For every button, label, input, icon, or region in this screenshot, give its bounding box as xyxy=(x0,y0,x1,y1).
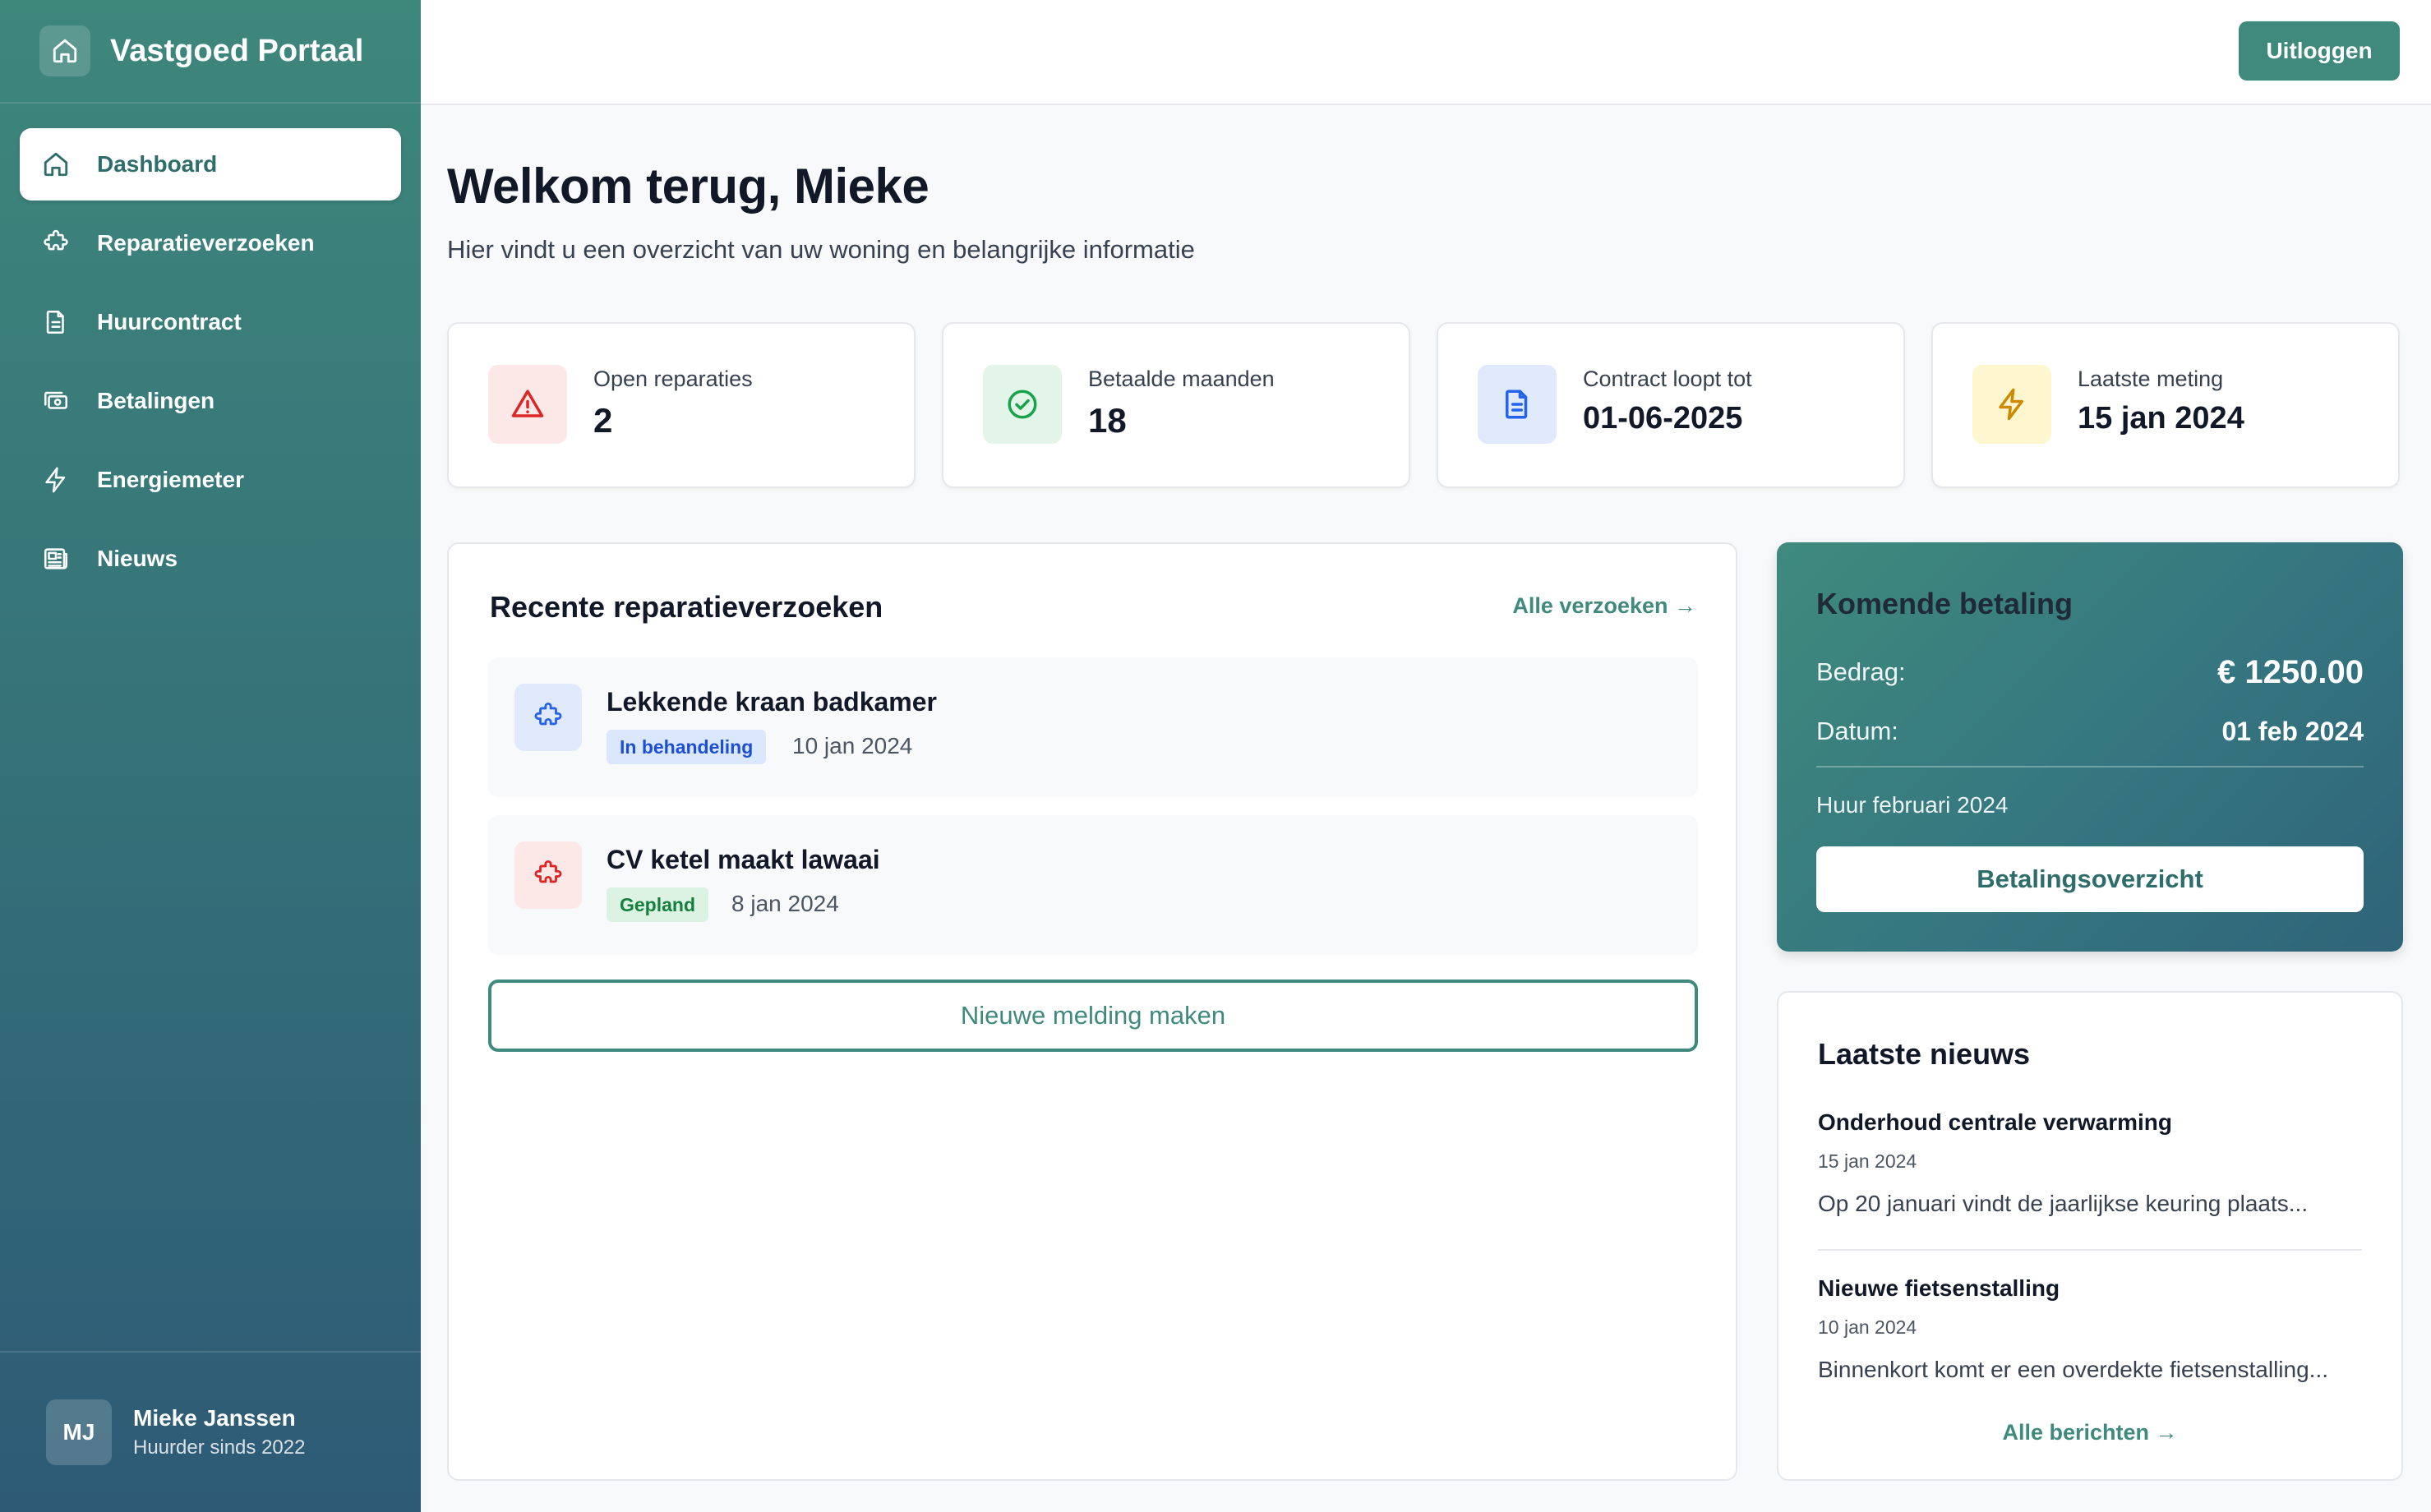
main-content: Welkom terug, Mieke Hier vindt u een ove… xyxy=(447,105,2416,1512)
sidebar-item-betalingen[interactable]: Betalingen xyxy=(20,365,401,437)
latest-news-panel: Laatste nieuws Onderhoud centrale verwar… xyxy=(1777,991,2403,1481)
puzzle-icon xyxy=(514,684,582,751)
stat-label: Contract loopt tot xyxy=(1583,366,1752,391)
list-item[interactable]: Lekkende kraan badkamer In behandeling 1… xyxy=(488,657,1698,797)
stat-label: Betaalde maanden xyxy=(1088,366,1275,391)
stat-card-open-repairs: Open reparaties 2 xyxy=(447,322,916,488)
alert-triangle-icon xyxy=(488,365,567,444)
sidebar-item-label: Huurcontract xyxy=(97,309,242,334)
stat-value: 01-06-2025 xyxy=(1583,401,1743,436)
list-item[interactable]: CV ketel maakt lawaai Gepland 8 jan 2024 xyxy=(488,815,1698,955)
document-icon xyxy=(39,306,72,339)
puzzle-icon xyxy=(514,841,582,909)
all-requests-link[interactable]: Alle verzoeken → xyxy=(1512,593,1696,619)
page-title: Welkom terug, Mieke xyxy=(447,159,930,214)
news-title: Laatste nieuws xyxy=(1818,1037,2031,1071)
topbar: Uitloggen xyxy=(421,0,2431,105)
bolt-icon xyxy=(1972,365,2051,444)
sidebar-item-nieuws[interactable]: Nieuws xyxy=(20,523,401,595)
panel-title: Recente reparatieverzoeken xyxy=(490,590,883,624)
news-item-title: Nieuwe fietsenstalling xyxy=(1818,1275,2060,1301)
recent-repairs-panel: Recente reparatieverzoeken Alle verzoeke… xyxy=(447,542,1737,1481)
all-news-link[interactable]: Alle berichten → xyxy=(1778,1420,2401,1445)
sidebar-item-energiemeter[interactable]: Energiemeter xyxy=(20,444,401,516)
user-subtitle: Huurder sinds 2022 xyxy=(133,1436,306,1459)
news-item-date: 15 jan 2024 xyxy=(1818,1150,1917,1172)
puzzle-icon xyxy=(39,227,72,260)
home-icon xyxy=(39,148,72,181)
divider xyxy=(1818,1249,2362,1251)
news-item-text: Op 20 januari vindt de jaarlijkse keurin… xyxy=(1818,1191,2309,1216)
stat-card-contract: Contract loopt tot 01-06-2025 xyxy=(1437,322,1905,488)
sidebar-item-label: Dashboard xyxy=(97,151,218,177)
status-badge: Gepland xyxy=(607,887,709,922)
payment-note: Huur februari 2024 xyxy=(1816,792,2009,818)
payment-title: Komende betaling xyxy=(1816,587,2074,620)
stat-card-last-reading: Laatste meting 15 jan 2024 xyxy=(1931,322,2400,488)
repair-title: CV ketel maakt lawaai xyxy=(607,845,880,874)
repair-date: 8 jan 2024 xyxy=(731,891,839,916)
repair-title: Lekkende kraan badkamer xyxy=(607,687,937,717)
app-title: Vastgoed Portaal xyxy=(110,33,364,68)
sidebar-item-label: Betalingen xyxy=(97,388,215,413)
divider xyxy=(1816,766,2364,768)
sidebar-item-dashboard[interactable]: Dashboard xyxy=(20,128,401,201)
stat-card-paid-months: Betaalde maanden 18 xyxy=(942,322,1410,488)
new-report-button[interactable]: Nieuwe melding maken xyxy=(488,980,1698,1052)
stat-label: Open reparaties xyxy=(593,366,753,391)
amount-label: Bedrag: xyxy=(1816,657,1906,686)
user-profile[interactable]: MJ Mieke Janssen Huurder sinds 2022 xyxy=(0,1351,421,1512)
status-badge: In behandeling xyxy=(607,730,767,764)
stat-label: Laatste meting xyxy=(2078,366,2224,391)
stat-value: 15 jan 2024 xyxy=(2078,401,2244,436)
stat-value: 2 xyxy=(593,401,613,440)
date-value: 01 feb 2024 xyxy=(2221,717,2364,746)
brand[interactable]: Vastgoed Portaal xyxy=(0,0,421,104)
sidebar-item-label: Energiemeter xyxy=(97,467,244,492)
sidebar-nav: Dashboard Reparatieverzoeken Huurcontrac… xyxy=(0,104,421,595)
news-item-date: 10 jan 2024 xyxy=(1818,1316,1917,1338)
news-item[interactable]: Onderhoud centrale verwarming 15 jan 202… xyxy=(1818,1109,2362,1217)
repair-date: 10 jan 2024 xyxy=(792,733,913,758)
check-circle-icon xyxy=(983,365,1062,444)
sidebar: Vastgoed Portaal Dashboard Reparatieverz… xyxy=(0,0,421,1512)
logout-button[interactable]: Uitloggen xyxy=(2239,21,2400,81)
amount-value: € 1250.00 xyxy=(2217,654,2364,690)
upcoming-payment-card: Komende betaling Bedrag: € 1250.00 Datum… xyxy=(1777,542,2403,952)
sidebar-item-huurcontract[interactable]: Huurcontract xyxy=(20,286,401,358)
sidebar-item-label: Nieuws xyxy=(97,546,178,571)
sidebar-item-reparatieverzoeken[interactable]: Reparatieverzoeken xyxy=(20,207,401,279)
payment-overview-button[interactable]: Betalingsoverzicht xyxy=(1816,846,2364,912)
bolt-icon xyxy=(39,463,72,496)
sidebar-item-label: Reparatieverzoeken xyxy=(97,230,315,256)
avatar: MJ xyxy=(46,1399,112,1465)
money-icon xyxy=(39,385,72,417)
news-item[interactable]: Nieuwe fietsenstalling 10 jan 2024 Binne… xyxy=(1818,1275,2362,1383)
stat-value: 18 xyxy=(1088,401,1127,440)
date-label: Datum: xyxy=(1816,717,1898,745)
page-subtitle: Hier vindt u een overzicht van uw woning… xyxy=(447,235,1195,264)
newspaper-icon xyxy=(39,542,72,575)
document-icon xyxy=(1478,365,1557,444)
user-name: Mieke Janssen xyxy=(133,1405,296,1431)
home-icon xyxy=(39,25,90,76)
news-item-text: Binnenkort komt er een overdekte fietsen… xyxy=(1818,1357,2329,1382)
news-item-title: Onderhoud centrale verwarming xyxy=(1818,1109,2172,1135)
